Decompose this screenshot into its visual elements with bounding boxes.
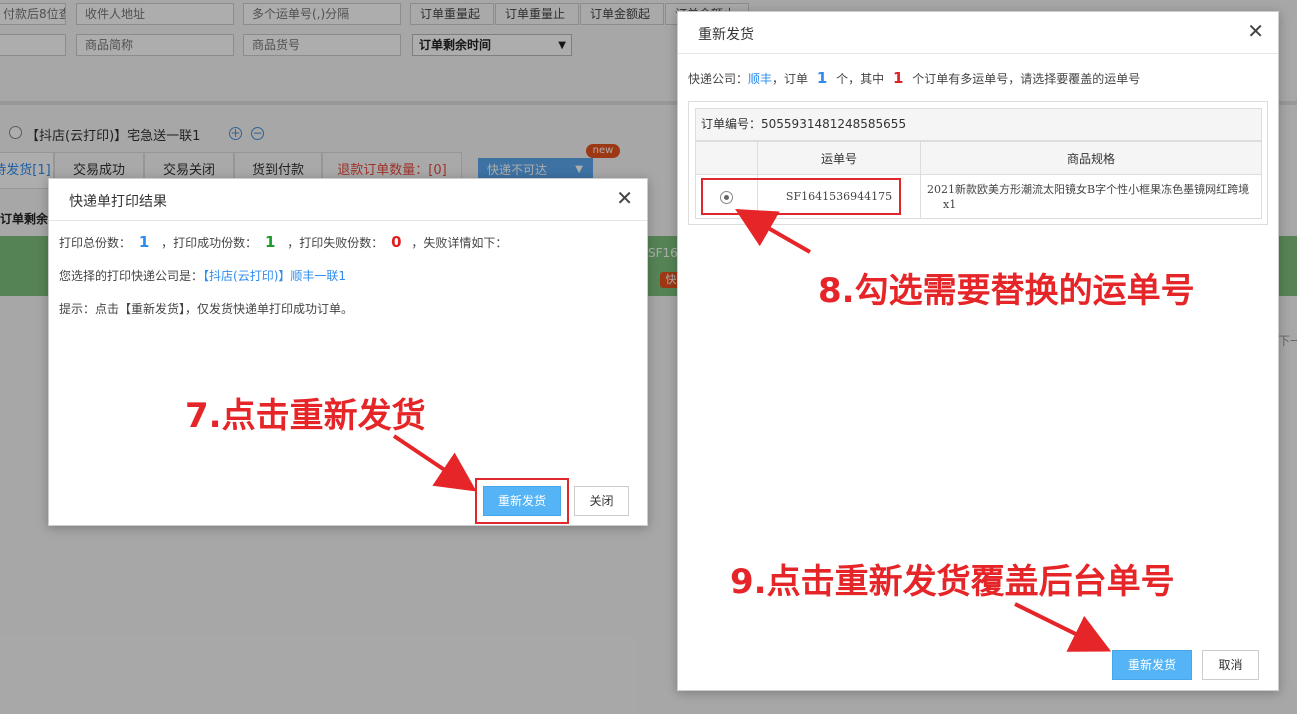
success-value: 1 [264, 233, 276, 251]
fail-value: 0 [391, 233, 402, 251]
highlight-box [475, 478, 569, 524]
order-number-row: 订单编号：5055931481248585655 [695, 108, 1262, 141]
table-header-row: 运单号 商品规格 [695, 141, 1262, 175]
multi-text: 个订单有多运单号，请选择要覆盖的运单号 [912, 72, 1141, 86]
order-no-label: 订单编号： [701, 117, 762, 131]
highlight-box [701, 178, 901, 215]
close-icon[interactable]: ✕ [1247, 21, 1264, 41]
courier-label: 快递公司： [688, 72, 749, 86]
dialog-title: 重新发货 [698, 27, 754, 43]
order-no-value: 5055931481248585655 [761, 117, 907, 131]
close-button[interactable]: 关闭 [574, 486, 629, 516]
annotation-step7: 7.点击重新发货 [185, 396, 426, 436]
total-value: 1 [138, 233, 150, 251]
company-value: 【抖店(云打印)】顺丰一联1 [203, 269, 347, 283]
header-waybill: 运单号 [757, 141, 921, 175]
company-line: 您选择的打印快递公司是：【抖店(云打印)】顺丰一联1 [59, 267, 346, 284]
company-label: 您选择的打印快递公司是： [59, 269, 204, 283]
reship-confirm-button[interactable]: 重新发货 [1112, 650, 1192, 680]
spec-qty: x1 [943, 197, 957, 211]
orders-unit: 个 [836, 72, 849, 86]
close-icon[interactable]: ✕ [616, 188, 633, 208]
success-label: ，打印成功份数： [161, 236, 258, 250]
cancel-button[interactable]: 取消 [1202, 650, 1259, 680]
multi-label: ，其中 [848, 72, 885, 86]
print-summary: 打印总份数： 1 ，打印成功份数： 1 ，打印失败份数： 0 ，失败详情如下： [59, 233, 507, 251]
orders-value: 1 [816, 69, 828, 87]
multi-value: 1 [893, 69, 904, 87]
header-select-cell [695, 141, 758, 175]
orders-label: ，订单 [772, 72, 809, 86]
annotation-step8: 8.勾选需要替换的运单号 [818, 271, 1195, 311]
fail-label: ，打印失败份数： [287, 236, 384, 250]
spec-cell: 2021新款欧美方形潮流太阳镜女B字个性小框果冻色墨镜网红跨境 x1 [920, 174, 1262, 219]
fail-detail-label: ，失败详情如下： [411, 236, 508, 250]
print-result-dialog: 快递单打印结果 ✕ 打印总份数： 1 ，打印成功份数： 1 ，打印失败份数： 0… [48, 178, 648, 526]
tip-text: 提示：点击【重新发货】，仅发货快递单打印成功订单。 [59, 302, 354, 316]
dialog-title: 快递单打印结果 [69, 194, 167, 210]
header-spec: 商品规格 [920, 141, 1262, 175]
dialog-header: 重新发货 ✕ [678, 12, 1278, 54]
annotation-step9: 9.点击重新发货覆盖后台单号 [730, 562, 1175, 602]
reship-summary: 快递公司：顺丰，订单 1 个，其中 1 个订单有多运单号，请选择要覆盖的运单号 [688, 69, 1140, 87]
spec-value: 2021新款欧美方形潮流太阳镜女B字个性小框果冻色墨镜网红跨境 [927, 182, 1250, 196]
dialog-header: 快递单打印结果 ✕ [49, 179, 647, 221]
courier-value: 顺丰 [748, 72, 773, 86]
total-label: 打印总份数： [59, 236, 132, 250]
